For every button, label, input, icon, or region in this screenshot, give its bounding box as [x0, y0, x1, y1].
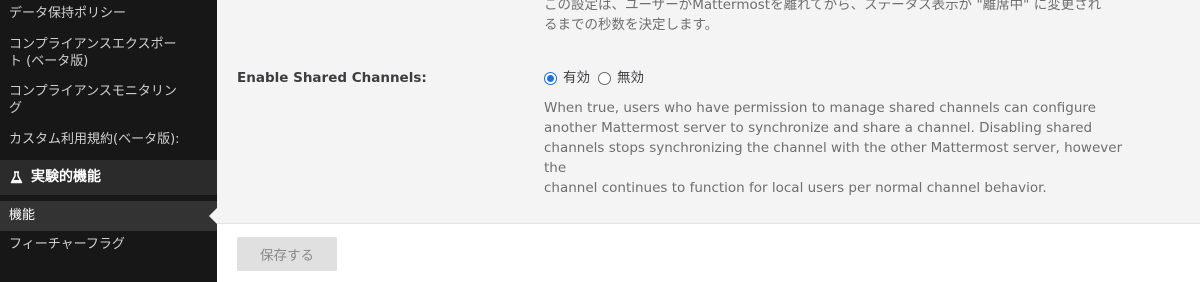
help-line: When true, users who have permission to … — [544, 100, 1096, 116]
sidebar-item-features[interactable]: 機能 — [0, 201, 217, 231]
sidebar-section-label: 実験的機能 — [31, 169, 101, 185]
active-caret-icon — [209, 208, 217, 224]
sidebar-item-custom-terms[interactable]: カスタム利用規約(ベータ版): — [9, 130, 180, 150]
help-line: るまでの秒数を決定します。 — [544, 17, 719, 33]
help-line: この設定は、ユーザーがMattermostを離れてから、ステータス表示が "離席… — [544, 0, 1102, 13]
radio-disable-indicator[interactable] — [598, 71, 611, 85]
sidebar-item-data-retention[interactable]: データ保持ポリシー — [9, 4, 126, 24]
sidebar-item-label: 機能 — [9, 208, 36, 223]
radio-disable-label: 無効 — [617, 70, 644, 86]
admin-footer: 保存する — [217, 223, 1200, 282]
help-line: another Mattermost server to synchronize… — [544, 120, 1093, 136]
flask-icon — [10, 171, 23, 184]
sidebar-item-compliance-monitoring-line2[interactable]: グ — [9, 99, 22, 119]
sidebar-item-feature-flags[interactable]: フィーチャーフラグ — [9, 235, 125, 255]
save-button[interactable]: 保存する — [237, 237, 337, 271]
radio-enable[interactable]: 有効 — [544, 68, 590, 88]
sidebar-item-compliance-export-line2[interactable]: ト (ベータ版) — [9, 52, 88, 72]
help-line: channels stops synchronizing the channel… — [544, 140, 1123, 176]
shared-channels-radio-group: 有効 無効 — [544, 68, 652, 88]
admin-sidebar: データ保持ポリシー コンプライアンスエクスポー ト (ベータ版) コンプライアン… — [0, 0, 217, 282]
previous-setting-help: この設定は、ユーザーがMattermostを離れてから、ステータス表示が "離席… — [544, 0, 1124, 35]
help-line: channel continues to function for local … — [544, 180, 1047, 196]
radio-enable-indicator[interactable] — [544, 71, 557, 85]
sidebar-section-experimental[interactable]: 実験的機能 — [0, 160, 217, 195]
shared-channels-help: When true, users who have permission to … — [544, 98, 1144, 198]
radio-enable-label: 有効 — [563, 70, 590, 86]
radio-disable[interactable]: 無効 — [598, 68, 644, 88]
sidebar-item-compliance-monitoring[interactable]: コンプライアンスモニタリン — [9, 82, 177, 102]
setting-label-shared-channels: Enable Shared Channels: — [237, 70, 427, 86]
